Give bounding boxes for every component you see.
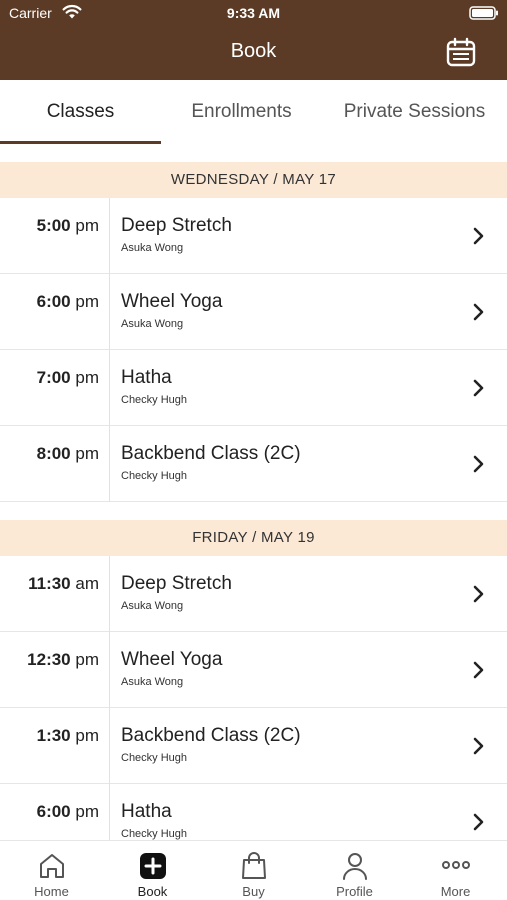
class-time: 11:30 am [28, 574, 99, 594]
time-column: 8:00 pm [0, 426, 110, 502]
class-row[interactable]: 8:00 pm Backbend Class (2C) Checky Hugh [0, 426, 507, 502]
class-time: 1:30 pm [37, 726, 99, 746]
tab-private-sessions[interactable]: Private Sessions [322, 80, 507, 144]
class-time: 12:30 pm [27, 650, 99, 670]
nav-book-label: Book [137, 884, 168, 899]
class-name: Wheel Yoga [121, 649, 223, 670]
instructor-name: Asuka Wong [121, 676, 184, 688]
class-row[interactable]: 12:30 pm Wheel Yoga Asuka Wong [0, 632, 507, 708]
chevron-right-icon [473, 379, 484, 397]
nav-book[interactable]: Book [102, 841, 203, 900]
class-time: 5:00 pm [37, 216, 99, 236]
class-row[interactable]: 5:00 pm Deep Stretch Asuka Wong [0, 198, 507, 274]
nav-home-label: Home [34, 884, 69, 899]
class-time-ampm: pm [75, 444, 99, 463]
status-time: 9:33 AM [226, 5, 281, 21]
class-name: Backbend Class (2C) [121, 443, 301, 464]
instructor-name: Checky Hugh [121, 828, 188, 840]
class-time-value: 11:30 [28, 574, 71, 593]
time-column: 5:00 pm [0, 198, 110, 274]
time-column: 11:30 am [0, 556, 110, 632]
bottom-tab-bar: Home Book Buy Profile More [0, 840, 507, 900]
tab-classes[interactable]: Classes [0, 80, 161, 144]
chevron-right-icon [473, 737, 484, 755]
class-time: 6:00 pm [37, 292, 99, 312]
class-row[interactable]: 1:30 pm Backbend Class (2C) Checky Hugh [0, 708, 507, 784]
class-name: Wheel Yoga [121, 291, 223, 312]
top-bar: Carrier 9:33 AM Book [0, 0, 507, 80]
nav-more[interactable]: More [405, 841, 506, 900]
nav-buy[interactable]: Buy [203, 841, 304, 900]
chevron-right-icon [473, 585, 484, 603]
instructor-name: Asuka Wong [121, 242, 184, 254]
class-time: 6:00 pm [37, 802, 99, 822]
class-name: Deep Stretch [121, 215, 232, 236]
class-name: Hatha [121, 801, 172, 822]
class-time-ampm: pm [75, 292, 99, 311]
page-title: Book [230, 40, 277, 62]
date-header: FRIDAY / MAY 19 [0, 520, 507, 556]
class-time-value: 5:00 [36, 216, 71, 235]
time-column: 6:00 pm [0, 274, 110, 350]
class-time-ampm: pm [75, 216, 99, 235]
instructor-name: Checky Hugh [121, 752, 188, 764]
chevron-right-icon [473, 661, 484, 679]
nav-home[interactable]: Home [1, 841, 102, 900]
status-bar: Carrier 9:33 AM [0, 0, 507, 26]
instructor-name: Checky Hugh [121, 394, 188, 406]
time-column: 6:00 pm [0, 784, 110, 840]
chevron-right-icon [473, 227, 484, 245]
instructor-name: Asuka Wong [121, 318, 184, 330]
class-time: 8:00 pm [37, 444, 99, 464]
tab-bar: Classes Enrollments Private Sessions [0, 80, 507, 144]
class-time-value: 6:00 [36, 802, 71, 821]
instructor-name: Checky Hugh [121, 470, 188, 482]
class-time-ampm: pm [75, 368, 99, 387]
class-time-ampm: pm [75, 650, 99, 669]
class-schedule-list[interactable]: WEDNESDAY / MAY 17 5:00 pm Deep Stretch … [0, 144, 507, 840]
time-column: 7:00 pm [0, 350, 110, 426]
nav-buy-label: Buy [242, 884, 265, 899]
instructor-name: Asuka Wong [121, 600, 184, 612]
time-column: 12:30 pm [0, 632, 110, 708]
shopping-bag-icon [242, 852, 266, 879]
home-icon [40, 854, 64, 878]
chevron-right-icon [473, 813, 484, 831]
chevron-right-icon [473, 455, 484, 473]
chevron-right-icon [473, 303, 484, 321]
tab-enrollments[interactable]: Enrollments [161, 80, 322, 144]
date-header: WEDNESDAY / MAY 17 [0, 162, 507, 198]
class-time-ampm: pm [75, 802, 99, 821]
battery-icon [469, 6, 498, 20]
class-row[interactable]: 7:00 pm Hatha Checky Hugh [0, 350, 507, 426]
class-time-value: 7:00 [36, 368, 71, 387]
class-time-value: 12:30 [27, 650, 71, 669]
nav-profile[interactable]: Profile [304, 841, 405, 900]
nav-profile-label: Profile [336, 884, 373, 899]
calendar-icon[interactable] [445, 36, 477, 68]
class-row[interactable]: 11:30 am Deep Stretch Asuka Wong [0, 556, 507, 632]
nav-more-label: More [440, 884, 471, 899]
class-name: Deep Stretch [121, 573, 232, 594]
more-dots-icon [442, 861, 470, 869]
class-name: Backbend Class (2C) [121, 725, 301, 746]
person-icon [343, 853, 367, 880]
class-time-value: 1:30 [36, 726, 71, 745]
class-time-ampm: am [75, 574, 99, 593]
time-column: 1:30 pm [0, 708, 110, 784]
class-row[interactable]: 6:00 pm Wheel Yoga Asuka Wong [0, 274, 507, 350]
class-name: Hatha [121, 367, 172, 388]
class-time-value: 8:00 [36, 444, 71, 463]
class-time-ampm: pm [75, 726, 99, 745]
class-time-value: 6:00 [36, 292, 71, 311]
class-row[interactable]: 6:00 pm Hatha Checky Hugh [0, 784, 507, 840]
plus-square-icon [140, 853, 166, 879]
class-time: 7:00 pm [37, 368, 99, 388]
